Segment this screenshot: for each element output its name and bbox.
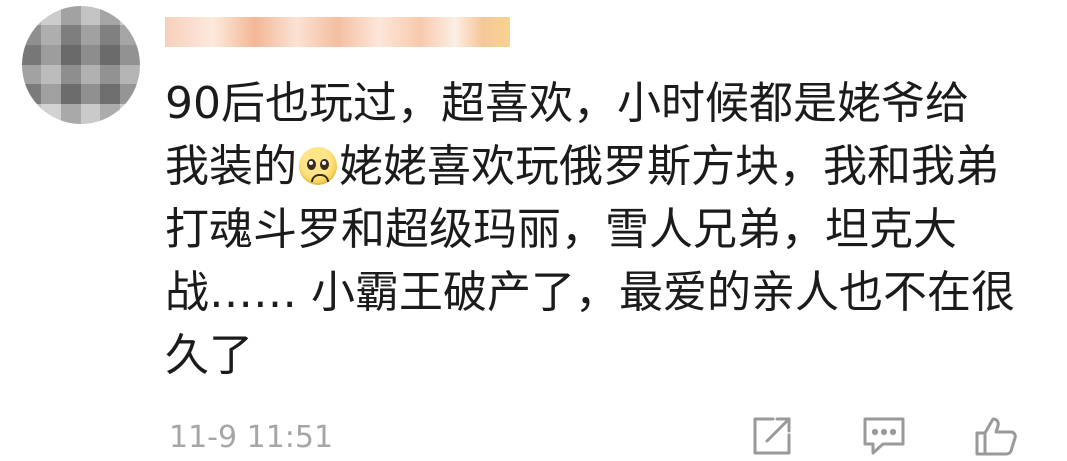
share-icon[interactable] (749, 415, 795, 457)
username-blurred[interactable] (165, 17, 510, 47)
comment-text: 90后也玩过，超喜欢，小时候都是姥爷给 我装的 姥姥喜欢玩俄罗斯方块，我和我弟 打… (165, 72, 1045, 387)
reply-icon[interactable] (861, 415, 907, 457)
like-icon[interactable] (973, 415, 1019, 457)
worried-face-emoji (299, 147, 337, 185)
timestamp: 11-9 11:51 (169, 420, 334, 455)
avatar[interactable] (22, 6, 140, 124)
